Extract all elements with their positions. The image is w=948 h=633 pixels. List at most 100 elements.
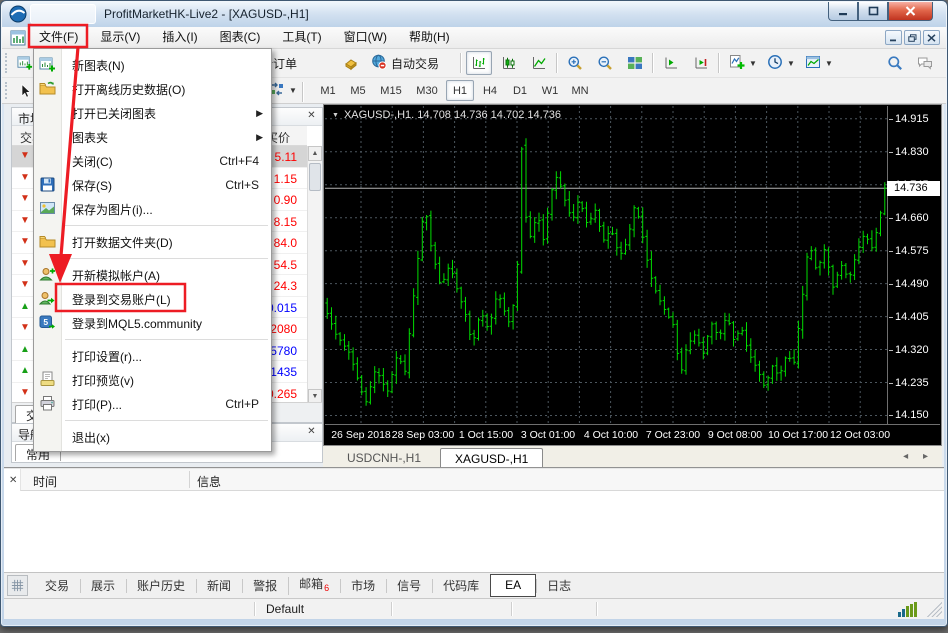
zoom-out-button[interactable] [592,51,618,75]
minimize-button[interactable] [828,2,858,21]
file-menu-item-2[interactable]: 打开离线历史数据(O) [34,77,271,101]
shortcut-label: Ctrl+P [225,397,259,411]
date-axis[interactable]: 26 Sep 201828 Sep 03:001 Oct 15:003 Oct … [325,424,940,444]
mail-count-badge: 6 [324,583,329,593]
toolbar-grip[interactable] [5,82,9,99]
timeframe-d1-button[interactable]: D1 [506,80,534,101]
message-column-header[interactable]: 信息 [197,473,221,490]
printer-icon [39,395,57,413]
terminal-tab-警报[interactable]: 警报 [242,574,288,598]
tile-windows-button[interactable] [622,51,648,75]
chat-button[interactable] [912,51,938,75]
file-menu-item-label: 打印(P)... [72,396,122,413]
file-menu-item-1[interactable]: 新图表(N) [34,53,271,77]
terminal-tab-账户历史[interactable]: 账户历史 [126,574,196,598]
terminal-tab-交易[interactable]: 交易 [34,574,80,598]
timeframe-h1-button[interactable]: H1 [446,80,474,101]
file-menu-item-12[interactable]: 登录到交易账户(L) [34,287,271,311]
menu-item-7[interactable]: 帮助(H) [398,27,461,49]
terminal-tab-代码库[interactable]: 代码库 [432,574,490,598]
child-restore-button[interactable] [904,30,921,45]
file-menu-item-7[interactable]: 保存为图片(i)... [34,197,271,221]
file-menu-item-6[interactable]: 保存(S)Ctrl+S [34,173,271,197]
time-column-header[interactable]: 时间 [33,473,57,490]
file-menu-item-9[interactable]: 打开数据文件夹(D) [34,230,271,254]
scrollbar-thumb[interactable] [309,163,321,191]
toolbar-grip[interactable] [5,53,9,73]
terminal-tab-ea[interactable]: EA [490,574,536,597]
resize-grip[interactable] [927,602,942,617]
close-icon[interactable]: ✕ [9,475,17,486]
file-menu-item-16[interactable]: 打印预览(v) [34,368,271,392]
terminal-tab-label: 日志 [547,579,571,593]
auto-scroll-button[interactable] [658,51,684,75]
file-menu-item-4[interactable]: 图表夹▶ [34,125,271,149]
close-icon[interactable]: ✕ [306,427,317,438]
terminal-tab-邮箱[interactable]: 邮箱6 [288,572,340,600]
timeframe-m1-button[interactable]: M1 [314,80,342,101]
history-center-button[interactable] [338,51,364,75]
bar-chart-button[interactable] [466,51,492,75]
timeframe-w1-button[interactable]: W1 [536,80,564,101]
file-menu-item-5[interactable]: 关闭(C)Ctrl+F4 [34,149,271,173]
menu-item-4[interactable]: 图表(C) [209,27,272,49]
price-tick-label: 14.405 [895,311,929,323]
timeframe-m5-button[interactable]: M5 [344,80,372,101]
menu-item-3[interactable]: 插入(I) [151,27,208,49]
search-button[interactable] [882,51,908,75]
price-axis[interactable]: 14.91514.83014.74514.66014.57514.49014.4… [887,106,940,424]
menu-item-2[interactable]: 显示(V) [89,27,151,49]
menu-item-6[interactable]: 窗口(W) [333,27,398,49]
market-watch-scrollbar[interactable]: ▲ ▼ [307,146,322,404]
file-menu-item-15[interactable]: 打印设置(r)... [34,344,271,368]
timeframe-h4-button[interactable]: H4 [476,80,504,101]
terminal-tab-label: 账户历史 [137,579,185,593]
menu-item-1[interactable]: 文件(F) [28,27,89,49]
terminal-tab-日志[interactable]: 日志 [536,574,582,598]
toolbar-separator [652,53,654,73]
terminal-tab-信号[interactable]: 信号 [386,574,432,598]
file-menu-item-3[interactable]: 打开已关闭图表▶ [34,101,271,125]
indicators-button[interactable]: ▼ [724,51,762,75]
chart-shift-button[interactable] [688,51,714,75]
file-menu-item-19[interactable]: 退出(x) [34,425,271,449]
chart-tab-xagusd-h1[interactable]: XAGUSD-,H1 [440,448,543,468]
restore-button[interactable] [858,2,888,21]
templates-button[interactable]: ▼ [800,51,838,75]
timeframe-mn-button[interactable]: MN [566,80,594,101]
terminal-tab-展示[interactable]: 展示 [80,574,126,598]
chart-plot[interactable] [325,106,887,424]
menu-separator [34,221,271,230]
terminal-tab-新闻[interactable]: 新闻 [196,574,242,598]
chart-window-icon[interactable] [10,30,26,46]
file-menu-item-13[interactable]: 5登录到MQL5.community [34,311,271,335]
status-divider [511,602,513,616]
file-menu-item-11[interactable]: 开新模拟帐户(A) [34,263,271,287]
terminal-tab-市场[interactable]: 市场 [340,574,386,598]
child-minimize-button[interactable] [885,30,902,45]
zoom-in-button[interactable] [562,51,588,75]
arrow-down-icon: ▼ [20,215,30,226]
profile-name[interactable]: Default [266,602,304,616]
timeframe-m15-button[interactable]: M15 [374,80,408,101]
terminal-tab-bar: 交易展示账户历史新闻警报邮箱6市场信号代码库EA 日志 [4,572,944,598]
menu-item-5[interactable]: 工具(T) [271,27,332,49]
tab-scroll-arrows[interactable]: ◂ ▸ [903,451,934,462]
scroll-up-icon[interactable]: ▲ [308,146,322,161]
chevron-down-icon: ▼ [787,59,795,68]
file-menu-item-17[interactable]: 打印(P)... Ctrl+P [34,392,271,416]
child-close-button[interactable] [923,30,940,45]
arrow-down-icon: ▼ [20,236,30,247]
chart-header[interactable]: ▼ XAGUSD-,H1. 14.708 14.736 14.702 14.73… [332,109,561,121]
line-chart-button[interactable] [526,51,552,75]
timeframe-m30-button[interactable]: M30 [410,80,444,101]
candlestick-chart-button[interactable] [496,51,522,75]
periods-button[interactable]: ▼ [762,51,800,75]
panel-grid-icon[interactable] [7,575,28,596]
close-button[interactable] [888,2,933,21]
close-icon[interactable]: ✕ [306,111,317,122]
title-bar[interactable]: ProfitMarketHK-Live2 - [XAGUSD-,H1] [2,2,946,27]
column-divider[interactable] [189,471,190,488]
chart-tab-usdcnh-h1[interactable]: USDCNH-,H1 [333,448,435,468]
autotrading-button[interactable]: 自动交易 [366,51,444,75]
